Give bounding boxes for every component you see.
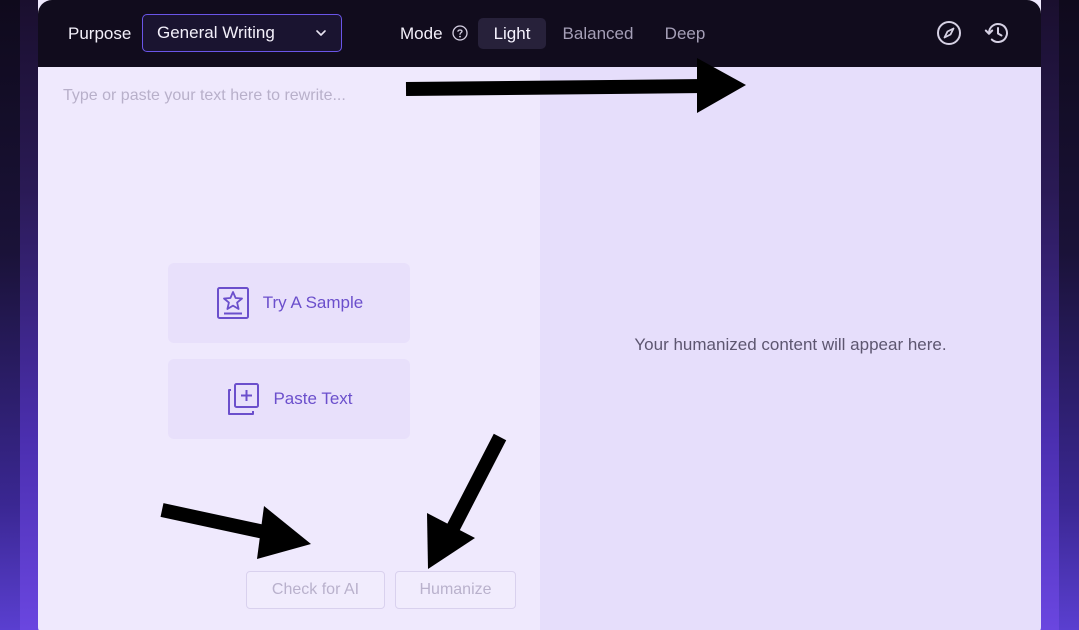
page-backdrop-right	[1059, 0, 1079, 630]
purpose-select[interactable]: General Writing	[142, 14, 342, 52]
output-pane: Your humanized content will appear here.	[540, 67, 1041, 630]
humanize-button[interactable]: Humanize	[395, 571, 516, 609]
check-for-ai-button[interactable]: Check for AI	[246, 571, 385, 609]
mode-tab-light[interactable]: Light	[478, 18, 546, 49]
page-backdrop-left	[0, 0, 20, 630]
mode-label: Mode	[400, 24, 443, 43]
mode-tab-deep[interactable]: Deep	[652, 18, 718, 49]
help-icon[interactable]	[452, 25, 468, 41]
mode-tab-balanced[interactable]: Balanced	[554, 18, 642, 49]
paste-text-button[interactable]: Paste Text	[168, 359, 410, 439]
text-input-placeholder: Type or paste your text here to rewrite.…	[63, 87, 346, 104]
paste-add-icon	[228, 383, 260, 415]
paste-text-label: Paste Text	[273, 389, 353, 408]
sample-star-icon	[216, 287, 249, 319]
purpose-select-value: General Writing	[157, 23, 275, 42]
try-sample-label: Try A Sample	[262, 293, 364, 312]
output-empty-message: Your humanized content will appear here.	[634, 335, 947, 354]
chevron-down-icon	[316, 30, 326, 36]
toolbar: Purpose General Writing Mode Light Balan…	[38, 0, 1041, 67]
humanizer-panel: Purpose General Writing Mode Light Balan…	[38, 0, 1041, 630]
compass-icon[interactable]	[936, 20, 962, 46]
input-pane[interactable]: Type or paste your text here to rewrite.…	[38, 67, 540, 630]
purpose-label: Purpose	[68, 24, 132, 43]
try-sample-button[interactable]: Try A Sample	[168, 263, 410, 343]
history-icon[interactable]	[984, 20, 1010, 46]
